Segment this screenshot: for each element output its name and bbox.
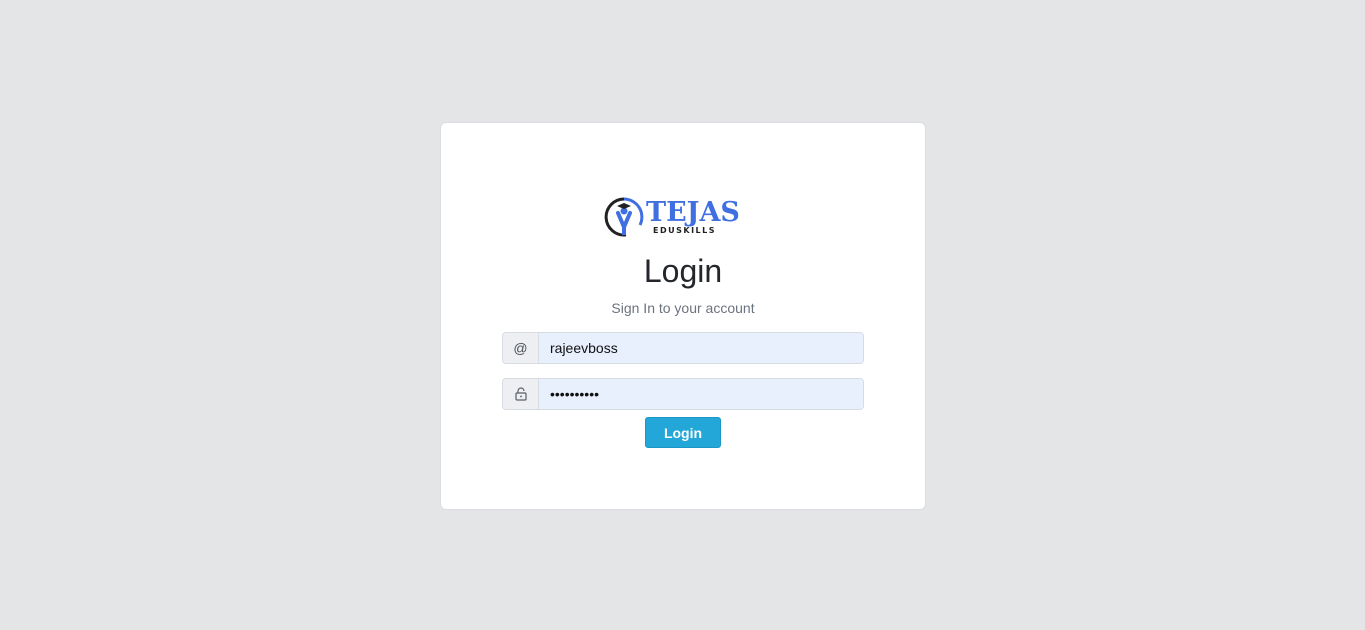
username-group: @ [502,332,864,364]
username-input[interactable] [539,333,863,363]
login-button[interactable]: Login [645,417,721,448]
login-card: TEJAS EDUSKILLS Login Sign In to your ac… [440,122,926,510]
brand-logo: TEJAS EDUSKILLS [604,196,740,238]
page-subtitle: Sign In to your account [611,300,755,316]
at-icon: @ [503,333,539,363]
graduate-figure-icon [604,197,644,237]
brand-name: TEJAS [646,197,740,228]
lock-icon [503,379,539,409]
password-group [502,378,864,410]
password-input[interactable] [539,379,863,409]
brand-tagline: EDUSKILLS [653,226,716,235]
page-title: Login [643,253,723,289]
